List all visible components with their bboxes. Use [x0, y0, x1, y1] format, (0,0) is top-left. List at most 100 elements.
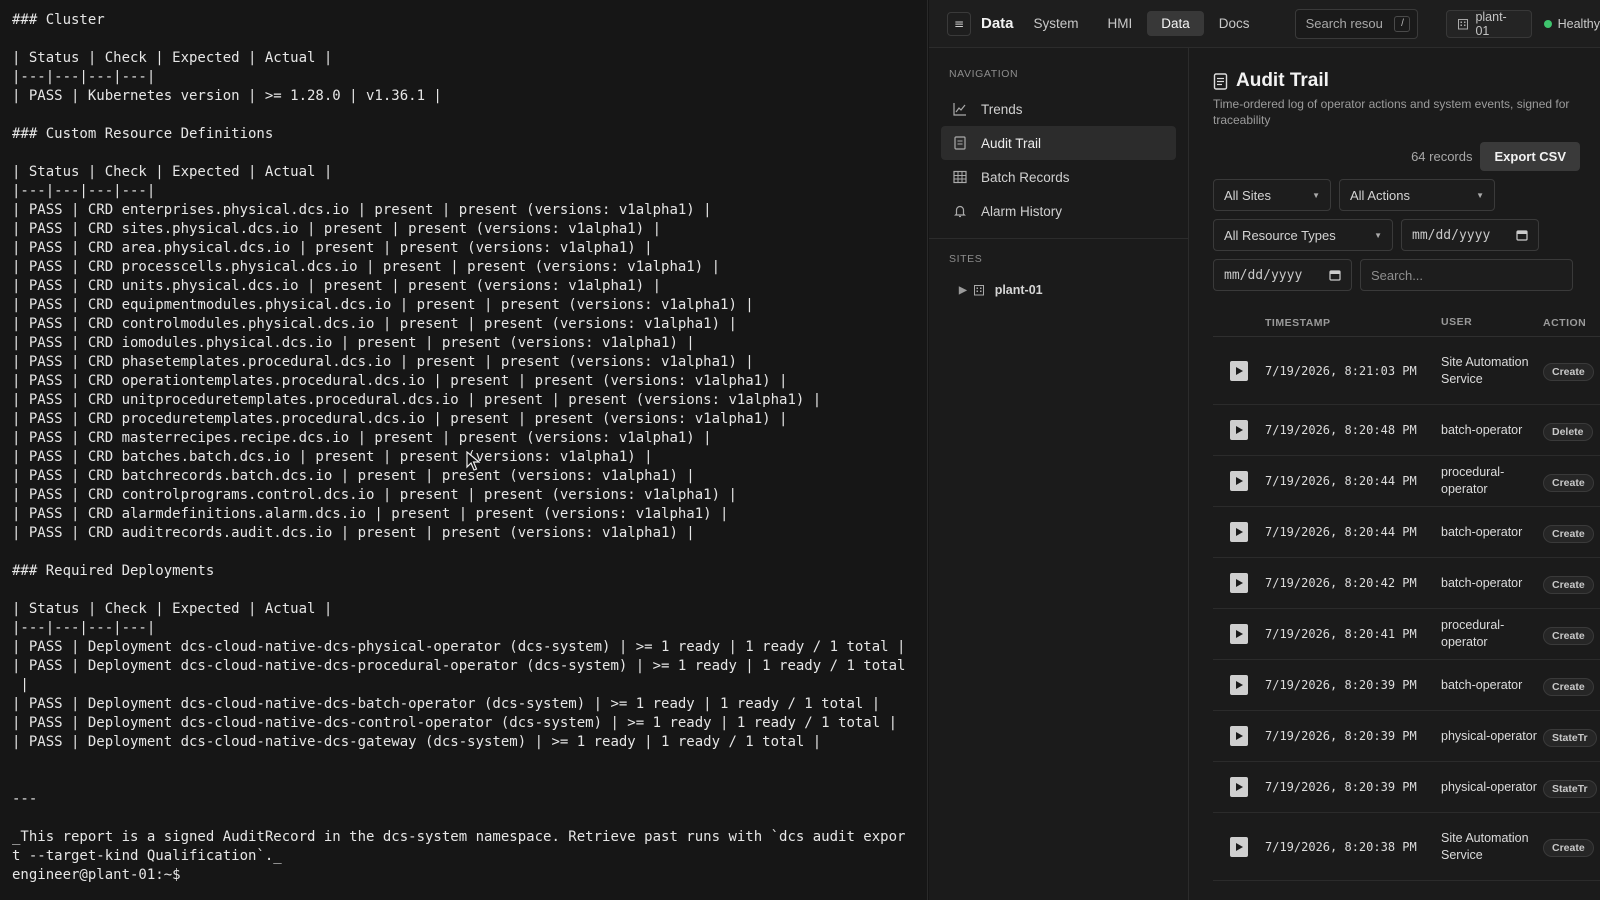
table-row[interactable]: 7/19/2026, 8:20:44 PM procedural-operator…	[1213, 456, 1600, 507]
record-count: 64 records	[1411, 149, 1473, 164]
chevron-down-icon: ▼	[1312, 190, 1320, 200]
date-to-input[interactable]: mm/dd/yyyy	[1213, 259, 1352, 291]
tab-docs[interactable]: Docs	[1205, 11, 1264, 36]
table-row[interactable]: 7/19/2026, 8:21:03 PM Site Automation Ser…	[1213, 337, 1600, 405]
table-row[interactable]: 7/19/2026, 8:20:39 PM batch-operator Creat…	[1213, 660, 1600, 711]
action-badge: Delete	[1543, 422, 1593, 441]
timestamp-cell: 7/19/2026, 8:20:42 PM	[1265, 576, 1417, 590]
main-content: Audit Trail Time-ordered log of operator…	[1189, 48, 1600, 900]
action-cell: Create	[1543, 624, 1600, 645]
actions-select-value: All Actions	[1350, 187, 1410, 203]
user-cell: batch-operator	[1441, 575, 1523, 590]
play-icon[interactable]	[1230, 471, 1248, 491]
calendar-icon[interactable]	[1516, 229, 1528, 241]
action-cell: Create	[1543, 360, 1600, 381]
table-header: TIMESTAMP USER ACTION	[1213, 309, 1600, 337]
action-cell: StateTr	[1543, 726, 1600, 747]
caret-right-icon[interactable]: ▶	[959, 285, 967, 296]
bell-icon	[953, 204, 967, 218]
sidebar-item-label: Batch Records	[981, 169, 1070, 185]
table-row[interactable]: 7/19/2026, 8:20:44 PM batch-operator Creat…	[1213, 507, 1600, 558]
date-from-input[interactable]: mm/dd/yyyy	[1401, 219, 1539, 251]
tab-data[interactable]: Data	[1147, 11, 1204, 36]
chevron-down-icon: ▼	[1476, 190, 1484, 200]
user-cell: physical-operator	[1441, 779, 1537, 794]
top-bar: ≡ Data System HMI Data Docs Search resou / …	[929, 0, 1600, 48]
search-input[interactable]: Search resou /	[1294, 8, 1419, 39]
sites-select[interactable]: All Sites ▼	[1213, 179, 1331, 211]
action-badge: Create	[1543, 363, 1594, 381]
filter-row-3: mm/dd/yyyy Search...	[1213, 259, 1600, 291]
user-cell: Site Automation Service	[1441, 354, 1529, 386]
expand-cell	[1213, 675, 1265, 695]
calendar-icon[interactable]	[1329, 269, 1341, 281]
user-column-header[interactable]: USER	[1441, 314, 1543, 331]
actions-select[interactable]: All Actions ▼	[1339, 179, 1495, 211]
health-status: Healthy	[1543, 16, 1600, 31]
site-tree-label: plant-01	[994, 283, 1043, 297]
action-badge: Create	[1543, 626, 1594, 645]
play-icon[interactable]	[1230, 420, 1248, 440]
filter-row-1: All Sites ▼ All Actions ▼	[1213, 179, 1600, 211]
sidebar: NAVIGATION Trends Audit Trail Batch Record…	[929, 48, 1189, 900]
action-cell: Create	[1543, 675, 1600, 696]
nav-heading: NAVIGATION	[949, 68, 1019, 80]
play-icon[interactable]	[1230, 522, 1248, 542]
user-cell: procedural-operator	[1441, 465, 1505, 496]
sidebar-item-alarm-history[interactable]: Alarm History	[941, 194, 1176, 228]
action-badge: Create	[1543, 839, 1594, 857]
sidebar-item-trends[interactable]: Trends	[941, 92, 1176, 126]
mouse-pointer-icon	[466, 451, 480, 471]
search-placeholder: Search resou	[1305, 16, 1383, 31]
search-records-input[interactable]: Search...	[1360, 259, 1573, 291]
action-column-header[interactable]: ACTION	[1543, 317, 1600, 329]
health-label: Healthy	[1557, 16, 1600, 31]
sidebar-item-batch-records[interactable]: Batch Records	[941, 160, 1176, 194]
play-icon[interactable]	[1230, 836, 1248, 857]
date-from-placeholder: mm/dd/yyyy	[1412, 227, 1491, 243]
table-row[interactable]: 7/19/2026, 8:20:48 PM batch-operator Delet…	[1213, 405, 1600, 456]
user-cell: Site Automation Service	[1441, 830, 1529, 862]
table-row[interactable]: 7/19/2026, 8:20:38 PM Site Automation Ser…	[1213, 813, 1600, 881]
action-badge: StateTr	[1543, 728, 1597, 747]
table-row[interactable]: 7/19/2026, 8:20:41 PM procedural-operator…	[1213, 609, 1600, 660]
sidebar-item-label: Alarm History	[981, 203, 1063, 219]
export-csv-button[interactable]: Export CSV	[1480, 142, 1580, 171]
sidebar-item-label: Trends	[981, 101, 1023, 117]
user-cell: physical-operator	[1441, 728, 1537, 743]
table-row[interactable]: 7/19/2026, 8:20:39 PM physical-operator St…	[1213, 762, 1600, 813]
user-cell: batch-operator	[1441, 524, 1523, 539]
sidebar-item-audit-trail[interactable]: Audit Trail	[941, 126, 1176, 160]
play-icon[interactable]	[1230, 675, 1248, 695]
app-window: ≡ Data System HMI Data Docs Search resou / …	[929, 0, 1600, 900]
terminal-pane[interactable]: ### Cluster | Status | Check | Expected …	[0, 0, 928, 900]
top-tabs: System HMI Data Docs	[1020, 11, 1265, 36]
action-cell: Delete	[1543, 420, 1600, 441]
play-icon[interactable]	[1230, 360, 1248, 381]
timestamp-cell: 7/19/2026, 8:20:39 PM	[1265, 678, 1417, 692]
table-row[interactable]: 7/19/2026, 8:20:39 PM physical-operator St…	[1213, 711, 1600, 762]
play-icon[interactable]	[1230, 777, 1248, 797]
site-tree-item[interactable]: ▶ plant-01	[941, 277, 1176, 303]
tab-hmi[interactable]: HMI	[1094, 11, 1147, 36]
timestamp-column-header[interactable]: TIMESTAMP	[1265, 317, 1441, 329]
timestamp-cell: 7/19/2026, 8:21:03 PM	[1265, 363, 1417, 378]
tab-system[interactable]: System	[1020, 11, 1093, 36]
page-title: Audit Trail	[1213, 70, 1600, 92]
site-selector[interactable]: plant-01	[1446, 9, 1532, 38]
resource-types-select[interactable]: All Resource Types ▼	[1213, 219, 1393, 251]
play-icon[interactable]	[1230, 573, 1248, 593]
hamburger-icon[interactable]: ≡	[947, 11, 971, 36]
expand-cell	[1213, 522, 1265, 542]
user-cell: batch-operator	[1441, 422, 1523, 437]
table-row[interactable]: 7/19/2026, 8:20:42 PM batch-operator Creat…	[1213, 558, 1600, 609]
expand-cell	[1213, 777, 1265, 797]
play-icon[interactable]	[1230, 624, 1248, 644]
expand-cell	[1213, 573, 1265, 593]
building-icon	[973, 285, 984, 296]
page-subtitle: Time-ordered log of operator actions and…	[1213, 97, 1570, 127]
play-icon[interactable]	[1230, 726, 1248, 746]
chevron-down-icon: ▼	[1374, 230, 1382, 240]
timestamp-cell: 7/19/2026, 8:20:39 PM	[1265, 780, 1417, 794]
expand-cell	[1213, 420, 1265, 440]
